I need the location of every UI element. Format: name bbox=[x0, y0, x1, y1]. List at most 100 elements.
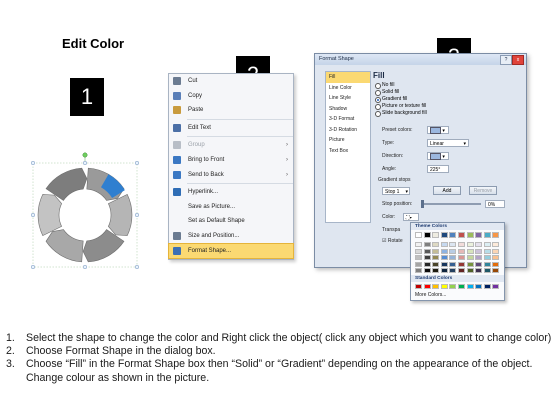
color-swatch[interactable] bbox=[492, 242, 500, 247]
color-swatch[interactable] bbox=[423, 261, 431, 267]
resize-handle[interactable] bbox=[134, 264, 140, 270]
color-swatch[interactable] bbox=[475, 261, 483, 267]
color-swatch[interactable] bbox=[466, 268, 474, 274]
menu-item-save-as-picture[interactable]: Save as Picture... bbox=[169, 200, 293, 215]
menu-item-copy[interactable]: Copy bbox=[169, 89, 293, 104]
menu-item-hyperlink[interactable]: Hyperlink... bbox=[169, 185, 293, 200]
menu-item-send-to-back[interactable]: Send to Back › bbox=[169, 168, 293, 183]
color-swatch[interactable] bbox=[415, 255, 422, 261]
color-swatch[interactable] bbox=[492, 255, 500, 261]
color-swatch[interactable] bbox=[423, 248, 431, 254]
color-swatch[interactable] bbox=[475, 248, 483, 254]
color-swatch[interactable] bbox=[415, 248, 422, 254]
fill-option-radio[interactable]: No fill bbox=[373, 82, 517, 89]
color-swatch[interactable] bbox=[432, 268, 440, 274]
stop-position-slider[interactable] bbox=[421, 200, 481, 208]
color-swatch[interactable] bbox=[483, 261, 491, 267]
color-swatch[interactable] bbox=[449, 268, 457, 274]
color-swatch[interactable] bbox=[457, 255, 465, 261]
ring-segment[interactable] bbox=[45, 229, 84, 263]
color-swatch[interactable] bbox=[423, 242, 431, 247]
menu-item-format-shape[interactable]: Format Shape... bbox=[168, 242, 294, 260]
color-swatch[interactable] bbox=[457, 268, 465, 274]
color-swatch[interactable] bbox=[415, 261, 422, 267]
resize-handle[interactable] bbox=[82, 264, 88, 270]
color-swatch[interactable] bbox=[432, 255, 440, 261]
menu-item-group[interactable]: Group › bbox=[169, 138, 293, 153]
color-swatch[interactable] bbox=[466, 232, 474, 238]
rotate-with-shape-checkbox[interactable]: ☑ Rotate bbox=[382, 238, 403, 244]
direction-dropdown[interactable]: ▾ bbox=[427, 152, 449, 161]
nav-item-picture[interactable]: Picture bbox=[326, 135, 370, 146]
color-swatch[interactable] bbox=[423, 232, 431, 238]
nav-item-3-d-format[interactable]: 3-D Format bbox=[326, 114, 370, 125]
color-swatch[interactable] bbox=[457, 242, 465, 247]
color-swatch[interactable] bbox=[432, 284, 440, 290]
color-swatch[interactable] bbox=[440, 242, 448, 247]
color-swatch[interactable] bbox=[475, 242, 483, 247]
color-swatch[interactable] bbox=[492, 248, 500, 254]
resize-handle[interactable] bbox=[30, 212, 36, 218]
circular-arrow-shape[interactable] bbox=[30, 150, 160, 275]
color-swatch[interactable] bbox=[415, 232, 422, 238]
color-swatch[interactable] bbox=[440, 248, 448, 254]
add-stop-button[interactable]: Add bbox=[433, 186, 461, 195]
color-swatch[interactable] bbox=[440, 255, 448, 261]
color-swatch[interactable] bbox=[492, 232, 500, 238]
color-swatch[interactable] bbox=[483, 248, 491, 254]
color-swatch[interactable] bbox=[475, 255, 483, 261]
color-swatch[interactable] bbox=[432, 242, 440, 247]
help-button[interactable]: ? bbox=[500, 55, 512, 65]
color-swatch[interactable] bbox=[449, 284, 457, 290]
remove-stop-button[interactable]: Remove bbox=[469, 186, 497, 195]
color-dropdown[interactable]: ⛶▾ bbox=[403, 213, 419, 221]
nav-item-fill[interactable]: Fill bbox=[326, 72, 370, 83]
color-swatch[interactable] bbox=[415, 268, 422, 274]
color-swatch[interactable] bbox=[423, 255, 431, 261]
color-swatch[interactable] bbox=[449, 242, 457, 247]
color-swatch[interactable] bbox=[492, 261, 500, 267]
color-swatch[interactable] bbox=[440, 284, 448, 290]
stop-dropdown[interactable]: Stop 1 ▾ bbox=[382, 187, 410, 195]
color-swatch[interactable] bbox=[423, 284, 431, 290]
color-swatch[interactable] bbox=[475, 268, 483, 274]
color-swatch[interactable] bbox=[440, 232, 448, 238]
color-swatch[interactable] bbox=[457, 261, 465, 267]
resize-handle[interactable] bbox=[134, 160, 140, 166]
color-swatch[interactable] bbox=[466, 255, 474, 261]
resize-handle[interactable] bbox=[134, 212, 140, 218]
more-colors-link[interactable]: More Colors... bbox=[411, 292, 504, 298]
color-swatch[interactable] bbox=[440, 268, 448, 274]
color-swatch[interactable] bbox=[449, 255, 457, 261]
color-swatch[interactable] bbox=[466, 261, 474, 267]
preset-colors-dropdown[interactable]: ▾ bbox=[427, 126, 449, 135]
menu-item-size-and-position[interactable]: Size and Position... bbox=[169, 229, 293, 244]
menu-item-cut[interactable]: Cut bbox=[169, 74, 293, 89]
rotation-handle[interactable] bbox=[82, 152, 88, 158]
nav-item-line-color[interactable]: Line Color bbox=[326, 83, 370, 94]
angle-input[interactable]: 225° bbox=[427, 165, 449, 173]
color-swatch[interactable] bbox=[449, 232, 457, 238]
color-swatch[interactable] bbox=[415, 242, 422, 247]
resize-handle[interactable] bbox=[30, 160, 36, 166]
color-swatch[interactable] bbox=[475, 232, 483, 238]
color-swatch[interactable] bbox=[423, 268, 431, 274]
nav-item-text-box[interactable]: Text Box bbox=[326, 146, 370, 157]
color-swatch[interactable] bbox=[466, 242, 474, 247]
resize-handle[interactable] bbox=[82, 160, 88, 166]
menu-item-edit-text[interactable]: Edit Text bbox=[169, 121, 293, 136]
menu-item-paste[interactable]: Paste bbox=[169, 103, 293, 118]
color-swatch[interactable] bbox=[457, 284, 465, 290]
color-swatch[interactable] bbox=[475, 284, 483, 290]
slider-thumb[interactable] bbox=[421, 200, 424, 208]
color-swatch[interactable] bbox=[492, 268, 500, 274]
color-swatch[interactable] bbox=[432, 248, 440, 254]
color-swatch[interactable] bbox=[432, 261, 440, 267]
ring-segment[interactable] bbox=[37, 194, 63, 237]
nav-item-3-d-rotation[interactable]: 3-D Rotation bbox=[326, 125, 370, 136]
resize-handle[interactable] bbox=[30, 264, 36, 270]
color-swatch[interactable] bbox=[457, 232, 465, 238]
color-swatch[interactable] bbox=[483, 242, 491, 247]
fill-option-radio[interactable]: Slide background fill bbox=[373, 110, 517, 117]
color-swatch[interactable] bbox=[483, 284, 491, 290]
